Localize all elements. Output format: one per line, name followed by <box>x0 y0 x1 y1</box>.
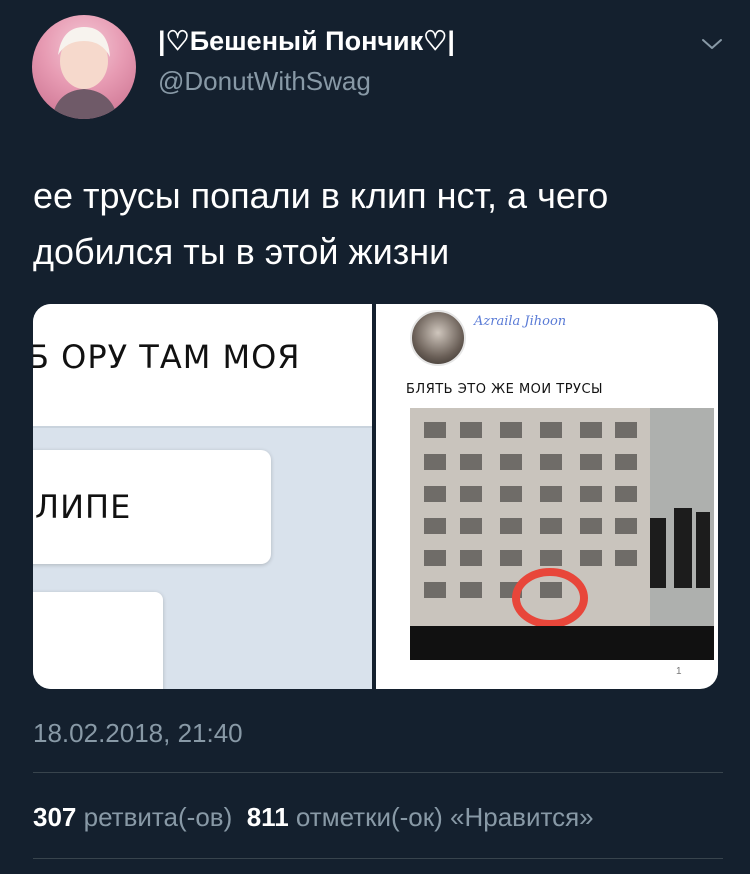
right-image-avatar <box>410 310 466 366</box>
retweets-count[interactable]: 307 <box>33 802 76 832</box>
right-image-photo <box>410 408 714 660</box>
right-image-username: Azraila Jihoon <box>474 314 567 329</box>
photo-bottom-bar <box>410 626 714 660</box>
divider <box>33 858 723 859</box>
tweet-text: ее трусы попали в клип нст, а чего добил… <box>33 175 609 272</box>
retweets-label[interactable]: ретвита(-ов) <box>84 802 233 832</box>
likes-count[interactable]: 811 <box>247 802 289 832</box>
avatar[interactable] <box>32 15 136 119</box>
tweet-timestamp[interactable]: 18.02.2018, 21:40 <box>33 718 243 749</box>
left-image-text-2: ЛИПЕ <box>35 488 132 526</box>
chevron-down-icon[interactable] <box>700 32 724 56</box>
left-image-card-2 <box>33 592 163 689</box>
tweet-media[interactable]: Б ОРУ ТАМ МОЯ ЛИПЕ Azraila Jihoon БЛЯТЬ … <box>33 304 718 689</box>
media-image-right[interactable]: Azraila Jihoon БЛЯТЬ ЭТО ЖЕ МОИ ТРУСЫ 1 <box>376 304 718 689</box>
left-image-text-1: Б ОРУ ТАМ МОЯ <box>33 338 301 376</box>
divider <box>33 772 723 773</box>
display-name[interactable]: |♡Бешеный Пончик♡| <box>158 26 455 57</box>
building-photo <box>410 408 714 660</box>
user-handle[interactable]: @DonutWithSwag <box>158 66 371 97</box>
likes-label[interactable]: отметки(-ок) «Нравится» <box>296 802 594 832</box>
right-image-footer: 1 <box>676 666 682 677</box>
tweet-stats: 307 ретвита(-ов) 811 отметки(-ок) «Нрави… <box>33 802 594 833</box>
right-image-caption: БЛЯТЬ ЭТО ЖЕ МОИ ТРУСЫ <box>406 382 604 397</box>
avatar-image <box>52 27 118 119</box>
media-image-left[interactable]: Б ОРУ ТАМ МОЯ ЛИПЕ <box>33 304 372 689</box>
